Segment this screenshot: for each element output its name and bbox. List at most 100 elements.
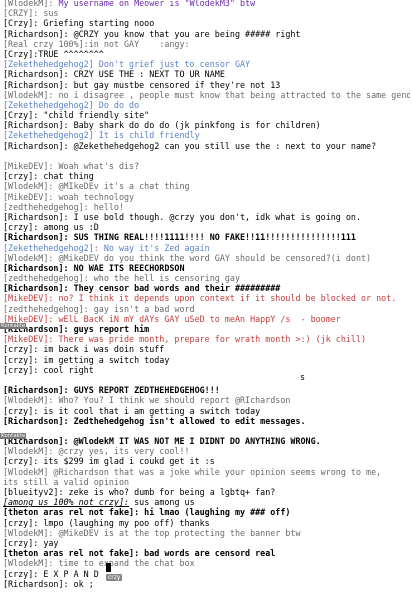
chat-text: [crzy]: cool right xyxy=(3,364,94,375)
chat-line: [WlodekM]: @MikeDEV do you think the wor… xyxy=(3,253,410,263)
chat-line: [Richardson]: GUYS REPORT ZEDTHEHEDGEHOG… xyxy=(3,385,410,395)
scroll-tag[interactable]: Kontakte xyxy=(0,323,27,329)
chat-line: [WlodekM]: @MikeDEV is at the top protec… xyxy=(3,528,410,538)
chat-text: [zedthehedgehog]: gay isn't a bad word xyxy=(3,303,195,314)
chat-text: its still a valid opinion xyxy=(3,476,130,487)
chat-line: [crzy]: im back i was doin stuff xyxy=(3,344,410,354)
chat-text: [MikeDEV]: no? I think it depends upon c… xyxy=(3,293,397,304)
chat-line: [Richardson]: SUS THING REAL!!!!1111!!!!… xyxy=(3,232,410,242)
chat-line: [theton aras rel not fake]: bad words ar… xyxy=(3,548,410,558)
chat-line: [Crzy]: "child friendly site" xyxy=(3,110,410,120)
chat-line: [Richardson]: @WlodekM IT WAS NOT ME I D… xyxy=(3,436,410,446)
chat-text: [WlodekM]: xyxy=(3,0,59,8)
chat-line: [blueityv2]: zeke is who? dumb for being… xyxy=(3,487,410,497)
chat-line: [WlodekM]: no i disagree , people must k… xyxy=(3,90,410,100)
chat-text: [crzy]: is it cool that i am getting a s… xyxy=(3,405,261,416)
chat-line: [crzy]: is it cool that i am getting a s… xyxy=(3,406,410,416)
chat-line: [crzy]: chat thing xyxy=(3,171,410,181)
chat-line: its still a valid opinion xyxy=(3,477,410,487)
chat-text: [crzy]: E X P A N D xyxy=(3,568,99,579)
chat-text: [WlodekM]: @crzy yes, its very cool!! xyxy=(3,446,190,457)
chat-text: [blueityv2]: zeke is who? dumb for being… xyxy=(3,487,276,497)
chat-line: [MikeDEV]: wElL BacK iN mY dAYs GAY uSeD… xyxy=(3,314,410,324)
chat-text: [WlodekM] @Richardson that was a joke wh… xyxy=(3,466,382,477)
chat-text: [Richardson]: I use bold though. @crzy y… xyxy=(3,211,361,222)
chat-text: [MikeDEV]: There was pride month, prepar… xyxy=(3,334,367,345)
chat-line: [crzy]: its $299 im glad i coukd get it … xyxy=(3,456,410,466)
chat-line: [WlodekM]: Who? You? I think we should r… xyxy=(3,395,410,405)
chat-text: [crzy]: among us :D xyxy=(3,222,99,233)
chat-text: [Crzy]:TRUE ^^^^^^^^ xyxy=(3,48,104,59)
chat-text: [WlodekM]: @MikeDEV is at the top protec… xyxy=(3,527,301,538)
chat-line: [Richardson]: @Zekethehedgehog2 can you … xyxy=(3,141,410,151)
chat-text: [crzy]: im back i was doin stuff xyxy=(3,344,165,355)
chat-line: [Richardson]: They censor bad words and … xyxy=(3,283,410,293)
chat-line: [WlodekM]: time to expand the chat box xyxy=(3,558,410,568)
chat-line: [Richardson]: Zedthehedgehog isn't allow… xyxy=(3,416,410,426)
chat-line: [among us 100% not crzy]: sus among us xyxy=(3,497,410,507)
chat-line: [WlodekM] @Richardson that was a joke wh… xyxy=(3,467,410,477)
chat-text: [crzy]: its $299 im glad i coukd get it … xyxy=(3,456,215,467)
chat-text: [theton aras rel not fake]: bad words ar… xyxy=(3,548,276,559)
chat-text: [Richardson]: Zedthehedgehog isn't allow… xyxy=(3,415,306,426)
chat-text: [WlodekM]: @MikeDEV do you think the wor… xyxy=(3,252,372,263)
scroll-tag[interactable]: Kontakte xyxy=(0,433,27,439)
text-cursor[interactable] xyxy=(106,563,111,572)
chat-text: [crzy]: chat thing xyxy=(3,171,94,182)
chat-line: [Zekethehedgehog2]: No way it's Zed agai… xyxy=(3,243,410,253)
chat-text: [Richardson]: GUYS REPORT ZEDTHEHEDGEHOG… xyxy=(3,385,220,396)
chat-line: [Richardson]: @CRZY you know that you ar… xyxy=(3,29,410,39)
chat-log: [WlodekM]: My username on Meower is "Wlo… xyxy=(3,0,410,589)
chat-line: [MikeDEV]: no? I think it depends upon c… xyxy=(3,293,410,303)
chat-line: [theton aras rel not fake]: hi lmao (lau… xyxy=(3,507,410,517)
chat-text: My username on Meower is "WlodekM3" btw xyxy=(58,0,256,8)
chat-line: [Richardson]: but gay mustbe censored if… xyxy=(3,80,410,90)
chat-text: [Zekethehedgehog2]: No way it's Zed agai… xyxy=(3,242,210,253)
chat-line: [Real crzy 100%]:in not GAY :angy: xyxy=(3,39,410,49)
chat-line: [CRZY]: sus xyxy=(3,8,410,18)
chat-text: [Richardson]: @CRZY you know that you ar… xyxy=(3,28,301,39)
chat-line: [zedthehedgehog]: who the hell is censor… xyxy=(3,273,410,283)
chat-text: [Richardson]: but gay mustbe censored if… xyxy=(3,79,281,90)
chat-line: [Richardson]: Baby shark do do do (jk pi… xyxy=(3,120,410,130)
chat-line: [Richardson]: CRZY USE THE : NEXT TO UR … xyxy=(3,69,410,79)
chat-line xyxy=(3,426,410,436)
chat-line: [Richardson]: guys report him xyxy=(3,324,410,334)
chat-text: [WlodekM]: @MIkeDEv it's a chat thing xyxy=(3,181,190,192)
chat-line: [crzy]: lmpo (laughing my poo off) thank… xyxy=(3,518,410,528)
chat-text: [CRZY]: xyxy=(3,8,44,19)
chat-text: [MikeDEV]: wElL BacK iN mY dAYs GAY uSeD… xyxy=(3,313,341,324)
chat-text: [Richardson]: They censor bad words and … xyxy=(3,283,281,294)
chat-line: [crzy]: cool right xyxy=(3,365,410,375)
chat-text: [Crzy]: "child friendly site" xyxy=(3,110,150,121)
chat-text: [Crzy]: Griefing starting nooo xyxy=(3,18,155,29)
chat-line: [Richardson]: ok ; xyxy=(3,579,410,589)
chat-text: [Richardson]: CRZY USE THE : NEXT TO UR … xyxy=(3,69,225,80)
chat-line: [Zekethehedgehog2] It is child friendly xyxy=(3,130,410,140)
chat-text: [Richardson]: ok ; xyxy=(3,578,94,589)
stray-character: s xyxy=(300,372,306,382)
chat-line xyxy=(3,375,410,385)
chat-line: [Crzy]: Griefing starting nooo xyxy=(3,18,410,28)
chat-text: [Zekethehedgehog2] Don't grief just to c… xyxy=(3,59,251,70)
chat-line: [Richardson]: NO WAE ITS REECHORDSON xyxy=(3,263,410,273)
chat-line: [zedthehedgehog]: hello! xyxy=(3,202,410,212)
chat-line: [crzy]: among us :D xyxy=(3,222,410,232)
chat-text: [theton aras rel not fake]: hi lmao (lau… xyxy=(3,507,291,518)
chat-line: [WlodekM]: @MIkeDEv it's a chat thing xyxy=(3,181,410,191)
chat-line: [crzy]: im getting a switch today xyxy=(3,355,410,365)
chat-line: [Richardson]: I use bold though. @crzy y… xyxy=(3,212,410,222)
chat-line: [crzy]: yay xyxy=(3,538,410,548)
chat-text: [Richardson]: SUS THING REAL!!!!1111!!!!… xyxy=(3,232,356,243)
chat-line: [MikeDEV]: Woah what's dis? xyxy=(3,161,410,171)
chat-line: [Crzy]:TRUE ^^^^^^^^ xyxy=(3,49,410,59)
chat-line: [WlodekM]: My username on Meower is "Wlo… xyxy=(3,0,410,8)
chat-text: [among us 100% not crzy]: xyxy=(3,497,130,508)
chat-line: [Zekethehedgehog2] Do do do xyxy=(3,100,410,110)
chat-text: [MikeDEV]: woah technology xyxy=(3,191,135,202)
chat-text: [crzy]: yay xyxy=(3,537,59,548)
chat-text: [WlodekM]: time to expand the chat box xyxy=(3,558,195,569)
chat-text: [Richardson]: @WlodekM IT WAS NOT ME I D… xyxy=(3,436,321,447)
chat-text: [zedthehedgehog]: who the hell is censor… xyxy=(3,273,240,284)
chat-text: [Zekethehedgehog2] Do do do xyxy=(3,99,140,110)
